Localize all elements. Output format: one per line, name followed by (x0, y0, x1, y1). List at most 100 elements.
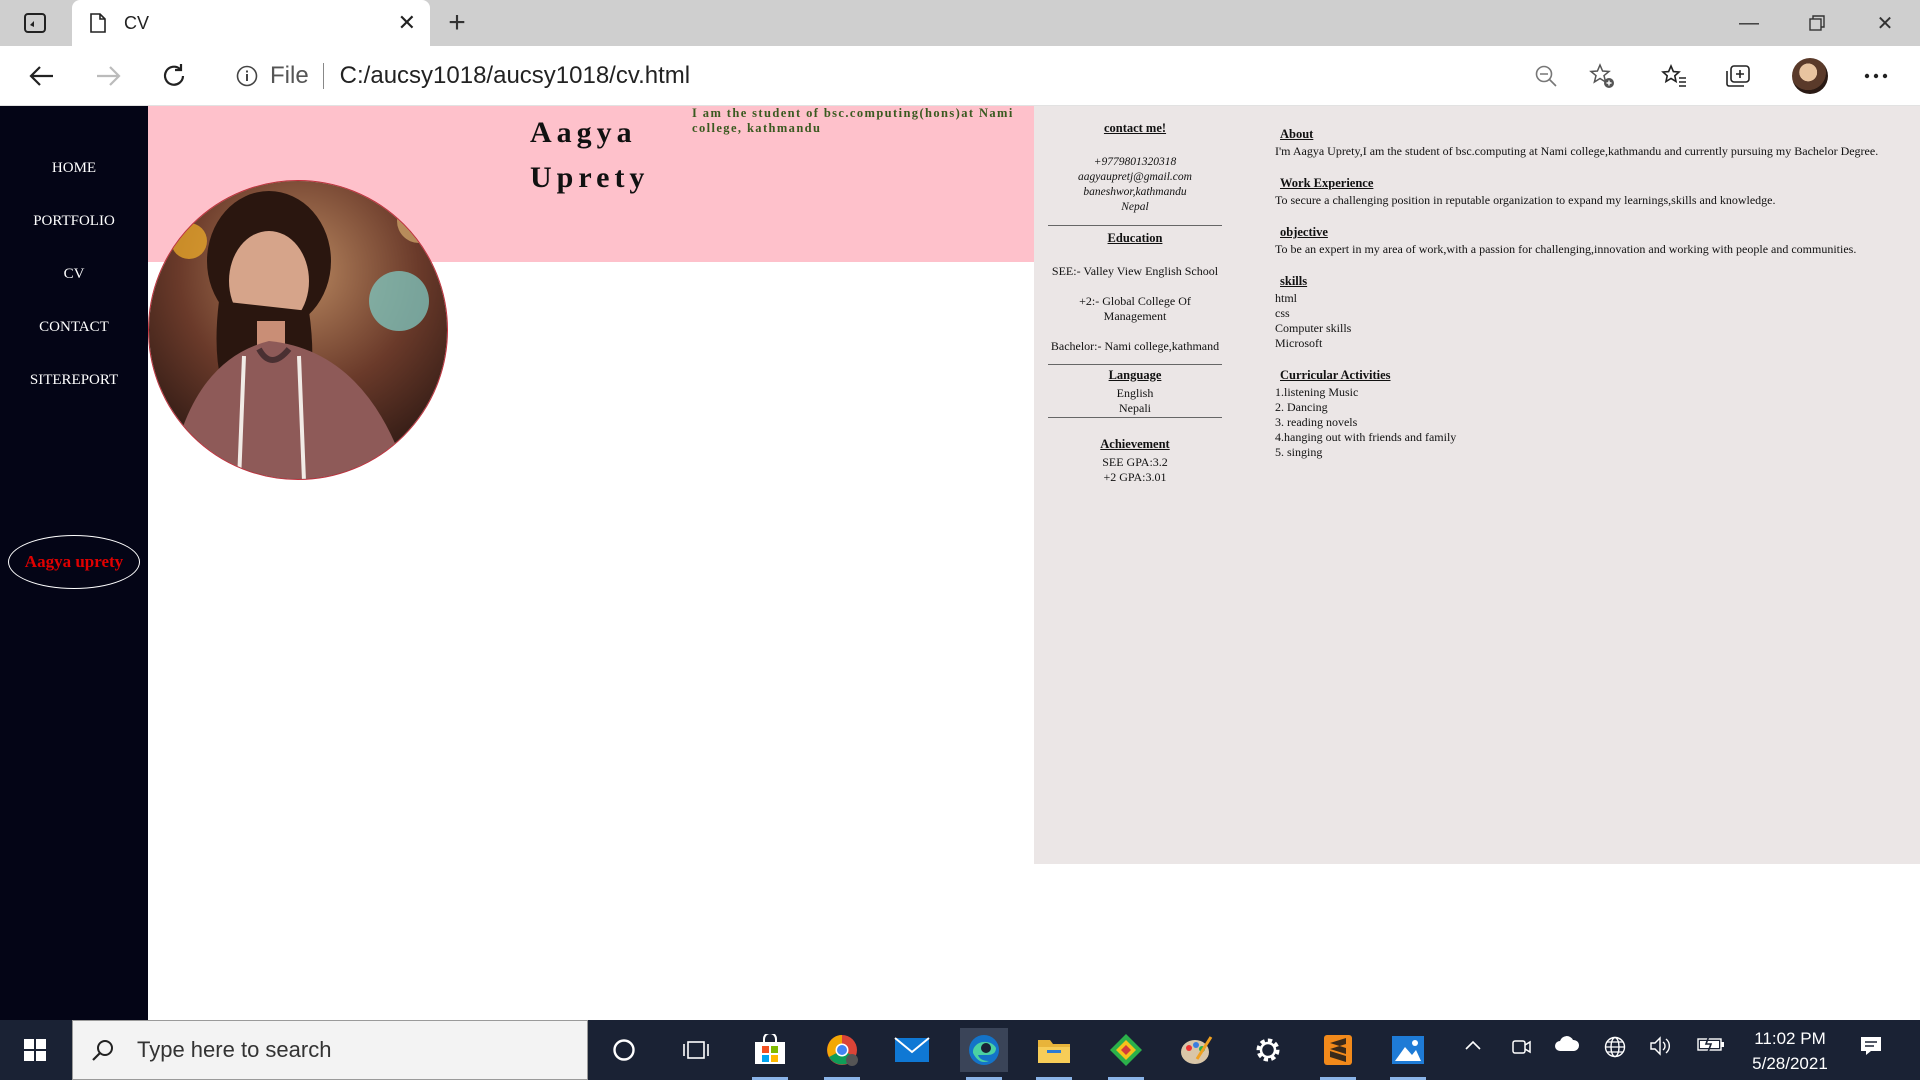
collections-icon (1726, 65, 1750, 87)
forward-button[interactable] (90, 58, 126, 94)
education-heading: Education (1107, 231, 1163, 245)
store-icon (755, 1034, 785, 1064)
windows-taskbar: Type here to search 11:02 PM 5/28/2021 (0, 1020, 1920, 1080)
taskbar-search-box[interactable]: Type here to search (72, 1020, 588, 1080)
settings-app[interactable] (1244, 1028, 1292, 1072)
task-view-button[interactable] (672, 1028, 720, 1072)
zoom-out-button[interactable] (1528, 58, 1564, 94)
close-window-button[interactable]: ✕ (1850, 0, 1920, 46)
paint-app[interactable] (1172, 1028, 1220, 1072)
about-heading: About (1280, 127, 1314, 141)
git-app[interactable] (1102, 1028, 1150, 1080)
chrome-icon (827, 1035, 858, 1066)
name-last: Uprety (530, 161, 650, 194)
minimize-button[interactable]: — (1714, 0, 1784, 46)
browser-toolbar: File C:/aucsy1018/aucsy1018/cv.html (0, 46, 1920, 106)
nav-link-cv[interactable]: CV (0, 266, 148, 283)
meet-now-button[interactable] (1506, 1036, 1536, 1063)
favorites-button[interactable] (1656, 58, 1692, 94)
info-icon[interactable] (236, 65, 258, 87)
tab-title: CV (124, 12, 150, 33)
address-divider (322, 63, 324, 89)
nav-link-home[interactable]: HOME (0, 160, 148, 177)
contact-address: baneshwor,kathmandu (1083, 186, 1187, 198)
nav-link-sitereport[interactable]: SITEREPORT (0, 372, 148, 389)
address-scheme: File (270, 62, 309, 89)
mail-icon (894, 1037, 930, 1062)
battery-charging-icon (1697, 1035, 1724, 1053)
tab-close-icon[interactable]: ✕ (398, 12, 416, 34)
globe-icon (1604, 1036, 1626, 1058)
photos-app[interactable] (1384, 1028, 1432, 1080)
windows-logo-icon (24, 1039, 46, 1061)
divider (1048, 225, 1222, 226)
nav-link-contact[interactable]: CONTACT (0, 319, 148, 336)
add-favorite-button[interactable] (1584, 58, 1620, 94)
edge-app[interactable] (960, 1028, 1008, 1080)
volume-button[interactable] (1646, 1036, 1676, 1061)
contact-heading: contact me! (1103, 121, 1167, 135)
task-view-icon (683, 1041, 709, 1059)
sidebar-nav: HOME PORTFOLIO CV CONTACT SITEREPORT Aag… (0, 106, 148, 1020)
tab-strip: CV ✕ + — ✕ (0, 0, 1920, 46)
chrome-app[interactable] (818, 1028, 866, 1080)
search-icon (92, 1040, 113, 1061)
collections-button[interactable] (1720, 58, 1756, 94)
address-bar[interactable]: File C:/aucsy1018/aucsy1018/cv.html (216, 54, 1630, 98)
address-url[interactable]: C:/aucsy1018/aucsy1018/cv.html (340, 62, 690, 90)
star-add-icon (1589, 63, 1614, 88)
restore-button[interactable] (1782, 0, 1852, 46)
refresh-icon (163, 64, 185, 86)
refresh-button[interactable] (156, 58, 192, 94)
nav-link-portfolio[interactable]: PORTFOLIO (0, 213, 148, 230)
owner-name-badge: Aagya uprety (8, 535, 140, 589)
skill-item: html (1275, 291, 1298, 305)
cv-sidebar-column: contact me! +9779801320318 aagyaupretj@g… (1048, 106, 1222, 485)
browser-tab-cv[interactable]: CV ✕ (72, 0, 430, 46)
start-button[interactable] (0, 1020, 70, 1080)
achievement-item: +2 GPA:3.01 (1103, 470, 1167, 484)
store-app[interactable] (746, 1028, 794, 1080)
settings-more-button[interactable] (1858, 58, 1894, 94)
skill-item: css (1275, 306, 1290, 320)
battery-button[interactable] (1696, 1035, 1726, 1057)
activity-item: 1.listening Music (1275, 385, 1359, 399)
work-heading: Work Experience (1280, 176, 1374, 190)
activities-heading: Curricular Activities (1280, 368, 1391, 382)
new-tab-button[interactable]: + (440, 8, 474, 38)
contact-email[interactable]: aagyaupretj@gmail.com (1048, 170, 1222, 185)
diamond-app-icon (1110, 1034, 1142, 1066)
work-text: To secure a challenging position in repu… (1275, 193, 1776, 207)
palette-icon (1181, 1036, 1213, 1064)
achievement-item: SEE GPA:3.2 (1102, 455, 1168, 469)
onedrive-button[interactable] (1552, 1036, 1582, 1057)
language-item: English (1116, 386, 1154, 400)
tab-actions-icon (24, 13, 46, 33)
cortana-button[interactable] (600, 1028, 648, 1072)
favorites-icon (1661, 64, 1686, 87)
file-explorer-app[interactable] (1030, 1028, 1078, 1080)
action-center-button[interactable] (1856, 1034, 1886, 1063)
clock-date: 5/28/2021 (1752, 1054, 1828, 1073)
network-button[interactable] (1600, 1036, 1630, 1063)
show-hidden-icons-button[interactable] (1458, 1036, 1488, 1056)
contact-country: Nepal (1121, 201, 1149, 213)
edge-icon (969, 1035, 999, 1065)
back-arrow-icon (29, 66, 53, 86)
sublime-app[interactable] (1314, 1028, 1362, 1080)
profile-avatar[interactable] (1792, 58, 1828, 94)
back-button[interactable] (24, 58, 60, 94)
mail-app[interactable] (888, 1028, 936, 1072)
notification-icon (1861, 1037, 1881, 1055)
taskbar-clock[interactable]: 11:02 PM 5/28/2021 (1740, 1026, 1840, 1076)
contact-phone: +9779801320318 (1093, 156, 1177, 168)
forward-arrow-icon (97, 66, 121, 86)
search-placeholder: Type here to search (137, 1037, 332, 1062)
cv-panel: contact me! +9779801320318 aagyaupretj@g… (1034, 106, 1920, 864)
divider (1048, 364, 1222, 365)
skill-item: Computer skills (1275, 321, 1352, 335)
language-item: Nepali (1119, 401, 1151, 415)
cv-main-column: About I'm Aagya Uprety,I am the student … (1275, 106, 1915, 460)
activity-item: 5. singing (1275, 445, 1323, 459)
tab-actions-button[interactable] (18, 9, 52, 37)
